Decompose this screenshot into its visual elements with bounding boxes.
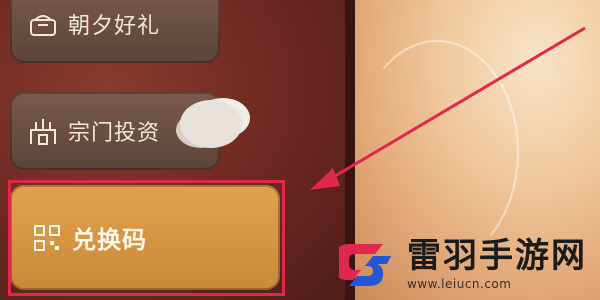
gift-menu-button[interactable]: 朝夕好礼 bbox=[10, 0, 220, 63]
gift-menu-label: 朝夕好礼 bbox=[68, 14, 161, 39]
site-watermark: 雷羽手游网 www.leiucn.com bbox=[339, 234, 594, 294]
watermark-url: www.leiucn.com bbox=[407, 276, 512, 291]
tower-icon bbox=[28, 116, 58, 146]
cloud-decoration bbox=[180, 100, 242, 148]
watermark-title: 雷羽手游网 bbox=[407, 235, 587, 276]
game-screen: 朝夕好礼 宗门投资 兑换码 雷羽手游网 www.leiucn.com bbox=[0, 0, 600, 300]
site-logo-icon bbox=[339, 244, 391, 286]
investment-menu-label: 宗门投资 bbox=[68, 121, 161, 146]
highlight-box bbox=[8, 180, 285, 296]
gift-icon bbox=[28, 9, 58, 39]
